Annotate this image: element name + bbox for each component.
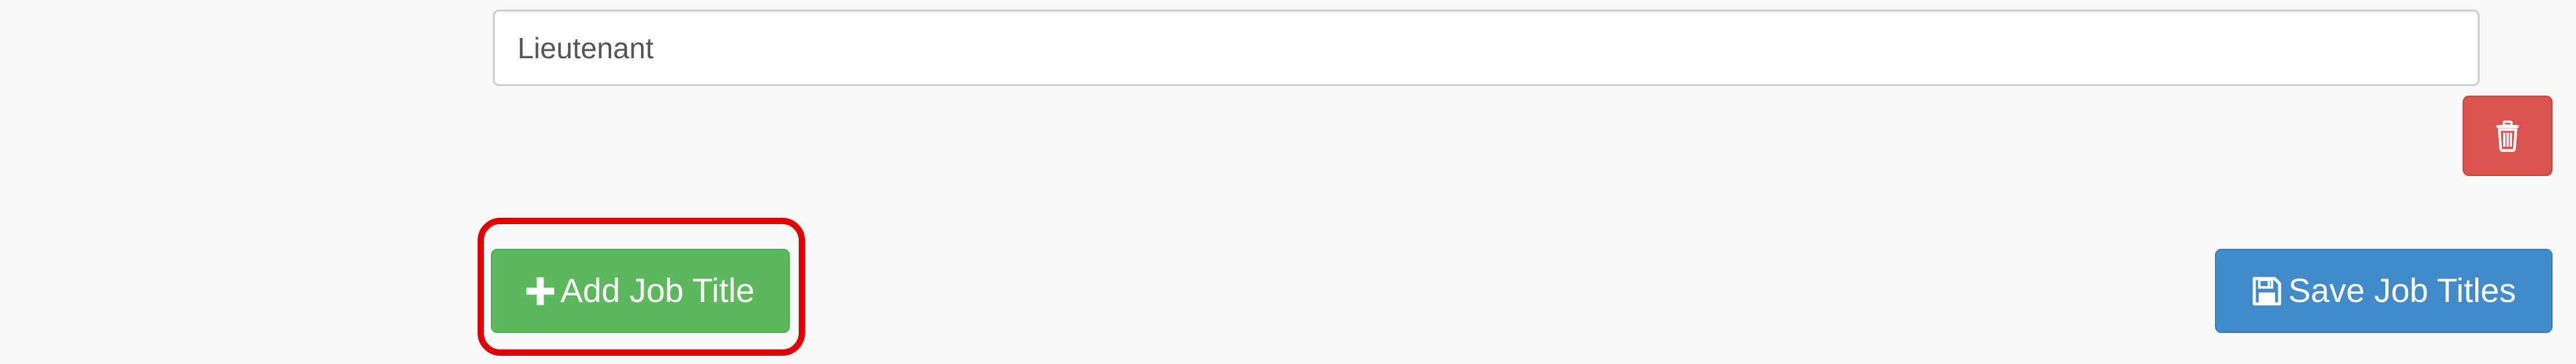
save-job-titles-label: Save Job Titles (2288, 272, 2516, 310)
add-job-title-label: Add Job Title (560, 272, 755, 310)
add-job-title-button[interactable]: Add Job Title (491, 249, 790, 333)
trash-icon (2494, 120, 2521, 152)
job-title-input[interactable] (493, 9, 2480, 86)
delete-job-title-button[interactable] (2463, 96, 2553, 176)
save-job-titles-button[interactable]: Save Job Titles (2215, 249, 2553, 333)
floppy-disk-icon (2252, 276, 2282, 306)
plus-icon (526, 277, 554, 305)
